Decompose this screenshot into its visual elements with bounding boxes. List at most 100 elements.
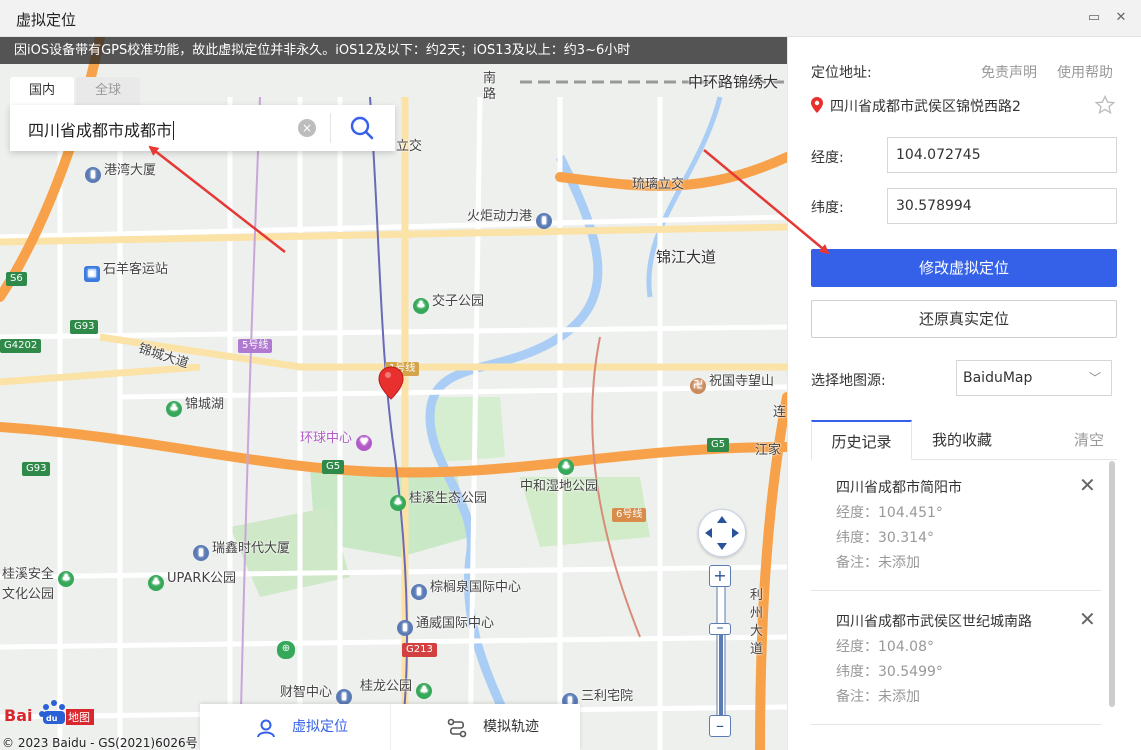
park-icon: ♣ [558,459,574,475]
current-address: 四川省成都市武侯区锦悦西路2 [830,99,1021,115]
map-label-text: 利 [750,588,764,603]
tab-history[interactable]: 历史记录 [811,420,912,460]
star-icon[interactable] [1095,95,1115,115]
ios-notice-banner: 因iOS设备带有GPS校准功能，故此虚拟定位并非永久。iOS12及以下：约2天；… [0,37,787,64]
shopping-icon: ♥ [356,435,373,451]
history-tabs: 历史记录 我的收藏 清空 [811,420,1117,460]
delete-history-icon[interactable]: ✕ [1079,609,1096,629]
tab-virtual-location-label: 虚拟定位 [292,719,348,735]
pan-control[interactable] [698,509,746,557]
map-label-text: 桂溪安全 [2,567,55,582]
clear-history-button[interactable]: 清空 [1074,420,1104,460]
svg-text:Bai: Bai [4,706,32,725]
longitude-input[interactable]: 104.072745 [887,137,1117,173]
metro-line-label: 5号线 [238,339,273,353]
zoom-slider-handle[interactable]: – [709,621,731,635]
building-icon: ▮ [85,167,101,183]
disclaimer-link[interactable]: 免责声明 [981,62,1037,82]
map-label: 连 [773,405,787,420]
map-label-text: UPARK公园 [167,571,236,586]
map-label-text: 环球中心 [300,431,353,446]
close-window-button[interactable]: ✕ [1111,8,1131,28]
history-scrollbar[interactable] [1109,461,1115,707]
map-label-text: 桂溪生态公园 [409,491,488,506]
tab-virtual-location[interactable]: 虚拟定位 [200,704,390,750]
road-shield: G4202 [0,339,42,353]
map-label-text: 道 [750,642,764,657]
map-label: ♣ 锦城湖 [166,393,224,417]
map-label-text: 火炬动力港 [467,209,533,224]
mode-tabs: 虚拟定位 模拟轨迹 [200,704,580,750]
history-item-longitude: 经度：104.451° [836,505,943,521]
park-icon: ♣ [413,298,429,314]
baidu-map-logo: Bai du 地图 [4,700,94,725]
history-item-latitude: 纬度：30.5499° [836,664,943,680]
tab-global[interactable]: 全球 [76,77,140,105]
map-label: 卍祝国寺望山 [690,370,774,394]
chevron-down-icon: ﹀ [1088,371,1101,385]
restore-window-button[interactable]: ▭ [1084,8,1104,28]
latitude-label: 纬度: [811,200,844,216]
map-label: 桂龙公园 ♣ [360,675,435,699]
longitude-label: 经度: [811,150,844,166]
history-item-latitude: 纬度：30.314° [836,530,934,546]
tab-domestic[interactable]: 国内 [10,77,74,105]
map-label-text: 大 [750,624,764,639]
map-label: ♣ 交子公园 [413,290,484,314]
building-icon: ▮ [411,584,427,600]
location-pin-icon[interactable] [378,366,404,400]
building-icon: ▮ [397,620,413,636]
map-source-label: 选择地图源: [811,373,886,389]
map-label: 中环路锦绣大 [688,73,779,91]
tab-favorites[interactable]: 我的收藏 [932,420,992,460]
map-label: 火炬动力港 ▮ [467,205,555,229]
map-label-text: 石羊客运站 [103,262,169,277]
clear-icon[interactable]: × [298,119,316,137]
history-item-name: 四川省成都市武侯区世纪城南路 [836,614,1032,630]
latitude-input[interactable]: 30.578994 [887,188,1117,224]
map-label-text: 路 [483,87,497,102]
map-label: ♣ UPARK公园 [148,567,236,591]
search-input[interactable]: 四川省成都市成都市 × [10,105,395,151]
help-link[interactable]: 使用帮助 [1057,62,1113,82]
tab-track-simulation-label: 模拟轨迹 [483,719,539,735]
map-view[interactable]: 因iOS设备带有GPS校准功能，故此虚拟定位并非永久。iOS12及以下：约2天；… [0,37,787,750]
park-icon: ♣ [166,401,182,417]
map-label-text: 祝国寺望山 [709,374,775,389]
route-icon [447,718,467,738]
park-icon: ♣ [390,495,406,511]
road-shield: G5 [707,438,730,452]
map-label-text: 南 [483,71,497,86]
map-label: ♣ 桂溪生态公园 [390,487,487,511]
map-label-text: 锦城湖 [185,397,225,412]
map-label: 江家 [755,443,782,458]
pan-arrows-icon[interactable] [699,510,745,556]
map-label-text: 文化公园 [2,587,55,602]
zoom-in-button[interactable]: + [709,565,731,587]
delete-history-icon[interactable]: ✕ [1079,475,1096,495]
map-label-text: 中和湿地公园 [520,479,599,494]
history-item[interactable]: 四川省成都市武侯区世纪城南路 经度：104.08° 纬度：30.5499° 备注… [811,595,1101,725]
map-label-text: 桂龙公园 [360,679,413,694]
road-shield: G5 [322,460,345,474]
map-label: 锦江大道 [656,248,717,266]
tab-track-simulation[interactable]: 模拟轨迹 [390,704,580,750]
zoom-out-button[interactable]: – [709,715,731,737]
building-icon: ▮ [536,213,553,229]
temple-icon: 卍 [690,378,706,394]
map-label: 环球中心 ♥ [300,427,375,451]
map-label: ▣ 石羊客运站 [84,258,168,282]
map-source-value: BaiduMap [963,370,1033,386]
restore-location-button[interactable]: 还原真实定位 [811,300,1117,338]
title-bar: 虚拟定位 ▭ ✕ [0,0,1141,37]
search-icon[interactable] [344,113,380,143]
building-icon: ▮ [193,545,209,561]
modify-location-button[interactable]: 修改虚拟定位 [811,249,1117,287]
map-source-select[interactable]: BaiduMap ﹀ [956,360,1112,396]
history-item[interactable]: 四川省成都市简阳市 经度：104.451° 纬度：30.314° 备注：未添加 … [811,461,1101,591]
map-label: 琉璃立交 [632,177,685,192]
road-shield: G93 [70,320,99,334]
map-label: 利州大道 [750,587,763,659]
map-label: 财智中心 ▮ [280,681,355,705]
search-input-value[interactable]: 四川省成都市成都市 [28,117,175,141]
